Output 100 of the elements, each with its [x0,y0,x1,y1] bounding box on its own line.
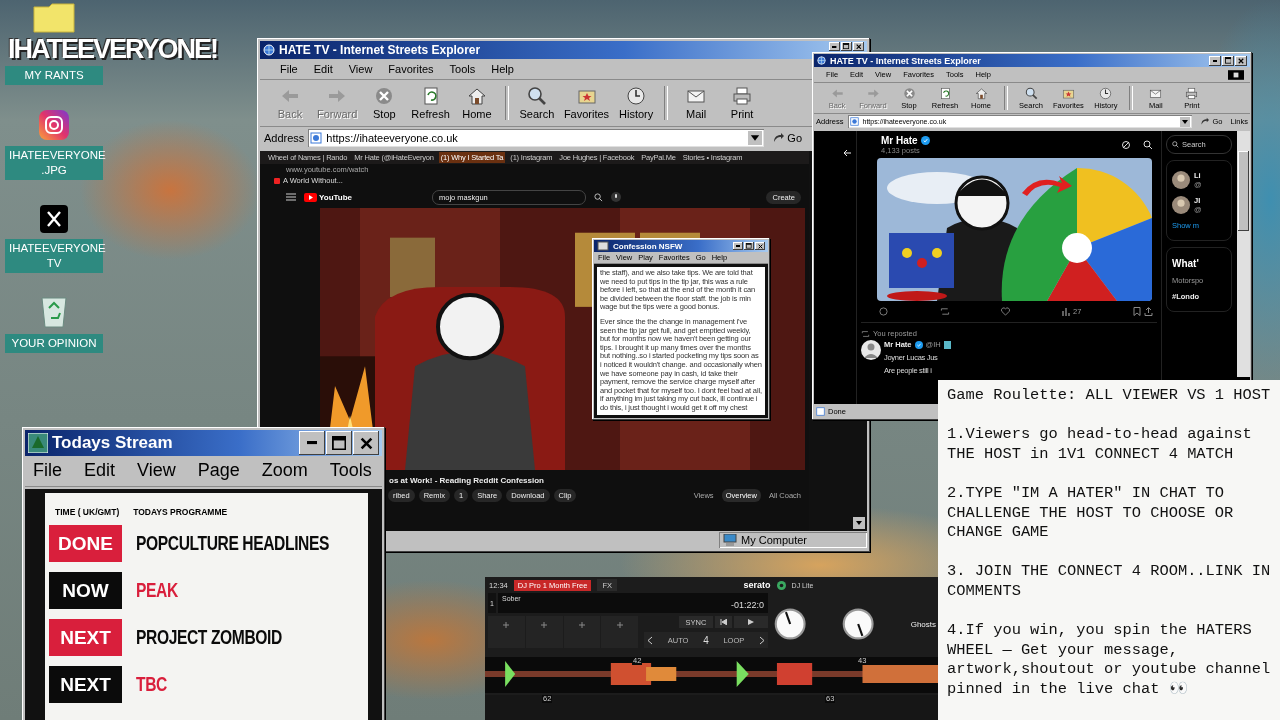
rule-text: 1.Viewers go head-to-head against THE HOST in 1V1 CONNECT 4 MATCH [947,425,1253,465]
refresh-icon[interactable] [1121,140,1131,150]
maximize-button[interactable] [744,242,754,250]
scroll-down-icon[interactable] [853,517,865,529]
menu-item[interactable]: Help [491,63,514,75]
video-title: os at Work! - Reading Reddit Confession [389,476,544,485]
back-arrow-icon[interactable] [843,149,852,157]
print-button[interactable]: Print [720,84,765,122]
page-icon [310,132,323,144]
window-title: HATE TV - Internet Streets Explorer [830,55,981,66]
share-icon[interactable] [1143,307,1153,316]
reply-icon[interactable] [879,307,888,316]
plus-icon [616,622,623,628]
chevron-left-icon[interactable] [647,635,653,645]
close-button[interactable] [353,431,379,455]
rules-heading: Game Roulette: ALL VIEWER VS 1 HOST [947,386,1272,406]
status-badge: NEXT [49,619,122,656]
menu-item[interactable]: Tools [449,63,476,75]
play-button[interactable] [734,616,768,628]
stop-icon [902,86,916,100]
site-logo[interactable]: YouTube [319,192,353,202]
address-label: Address [264,132,305,144]
maximize-button[interactable] [1222,55,1234,66]
avatar[interactable] [1172,171,1190,189]
search-icon [1172,141,1179,148]
search-icon[interactable] [594,192,603,202]
skip-back-icon [720,619,727,625]
heart-icon[interactable] [1001,307,1011,316]
bookmark-icon [274,177,280,184]
menu-item[interactable]: View [348,63,373,75]
minimize-button[interactable] [733,242,743,250]
menu-item[interactable]: Zoom [261,460,308,481]
home-button[interactable]: Home [454,84,499,122]
computer-icon [723,534,737,546]
profile-name[interactable]: Mr Hate [881,135,918,146]
menu-item[interactable]: Edit [313,63,333,75]
repost-icon [861,329,870,338]
menu-item[interactable]: View [137,460,176,481]
search-icon [1024,86,1038,100]
icon-label[interactable]: YOUR OPINION [5,334,103,353]
folder-icon[interactable] [33,3,75,33]
chevron-right-icon[interactable] [759,635,765,645]
search-icon[interactable] [1143,140,1153,150]
menu-item[interactable]: Page [197,460,240,481]
search-button[interactable]: Search [514,84,559,122]
minimize-icon [306,441,318,445]
house-icon [466,86,487,106]
go-button[interactable]: Go [768,132,807,144]
address-field[interactable]: https://ihateeveryone.co.uk [308,129,765,147]
avatar[interactable] [861,340,881,360]
column-header: TIME ( UK/GMT) [55,507,120,517]
house-icon [974,86,988,100]
x-icon[interactable] [40,205,68,233]
maximize-button[interactable] [326,431,352,455]
menu-item[interactable]: Favorites [388,63,434,75]
arrow-icon [1200,117,1210,126]
menu-item[interactable]: Edit [84,460,116,481]
icon-label[interactable]: IHATEEVERYONE .JPG [5,146,103,180]
rule-text: 4.If you win, you spin the HATERS WHEEL — Get your message, artwork,shoutout or youtube channel pinned in the live chat 👀 [947,621,1272,700]
dropdown-icon[interactable] [748,131,763,145]
logo-text: IHATEEVERYONE! [8,36,218,63]
camera-icon[interactable] [39,110,69,140]
maximize-icon [843,43,850,50]
stop-button[interactable]: Stop [362,84,407,122]
bookmark-icon[interactable] [1132,307,1141,316]
close-button[interactable] [853,42,864,51]
plus-icon [541,622,548,628]
menu-item[interactable]: File [280,63,298,75]
menu-item[interactable]: File [33,460,62,481]
dropdown-icon[interactable] [1180,116,1191,127]
window-icon [597,240,609,252]
icon-label[interactable]: IHATEEVERYONE TV [5,239,103,273]
programme-title: POPCULTURE HEADLINES [136,532,329,555]
repost-icon[interactable] [939,307,950,316]
history-button[interactable]: History [614,84,659,122]
menu-icon[interactable] [286,193,296,201]
time-remaining: -01:22:0 [730,600,764,610]
verified-icon [914,340,923,349]
play-icon [304,192,317,202]
favorites-button[interactable]: Favorites [560,84,613,122]
window-title: HATE TV - Internet Streets Explorer [279,43,481,57]
minimize-button[interactable] [1209,55,1221,66]
close-icon [359,436,373,450]
icon-label[interactable]: MY RANTS [5,66,103,85]
refresh-button[interactable]: Refresh [408,84,453,122]
cue-button[interactable] [715,616,732,628]
mail-button[interactable]: Mail [674,84,719,122]
rule-text: 3. JOIN THE CONNECT 4 ROOM..LINK IN COMMENTS [947,562,1272,602]
menu-item[interactable]: Tools [329,460,372,481]
minimize-button[interactable] [299,431,325,455]
maximize-button[interactable] [841,42,852,51]
avatar[interactable] [1172,196,1190,214]
globe-icon [263,44,275,56]
microphone-icon[interactable] [611,192,621,202]
arrow-icon [772,132,785,144]
minimize-button[interactable] [829,42,840,51]
window-title: Todays Stream [52,433,173,453]
close-button[interactable] [1235,55,1247,66]
close-button[interactable] [755,242,765,250]
scrollbar[interactable] [1237,131,1250,377]
